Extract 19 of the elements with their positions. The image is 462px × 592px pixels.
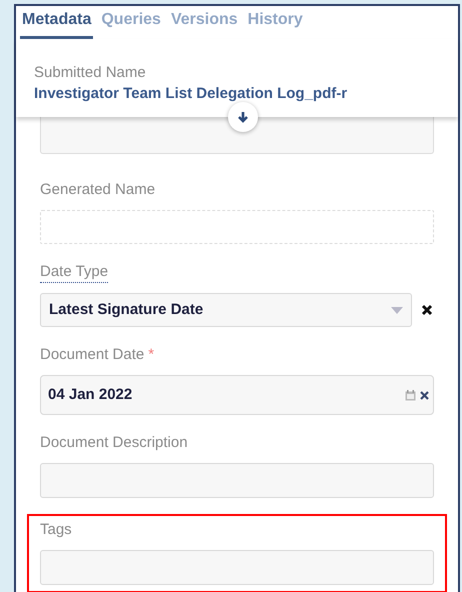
field-label: Submitted Name [34,63,147,83]
input-field[interactable] [40,550,434,585]
field-label: Tags [40,520,72,540]
required-marker: * [148,345,154,365]
caret-icon [391,306,403,314]
submitted-name: Investigator Team List Delegation Log_pdf-r [34,84,348,104]
field-label: Date Type [40,262,108,283]
field-label: Document Description [40,433,188,453]
clear-button[interactable] [420,303,434,317]
input-field[interactable] [40,117,434,154]
dropdown[interactable]: Latest Signature Date [40,293,412,327]
scroll-down-button[interactable] [228,102,258,132]
field-label: Document Date [40,345,144,365]
calendar-icon[interactable] [405,390,416,400]
arrow-down-icon [237,111,249,123]
clear-icon[interactable] [420,390,429,400]
date-field[interactable]: 04 Jan 2022 [40,375,434,415]
field-label: Generated Name [40,180,156,200]
input-field[interactable] [40,463,434,498]
